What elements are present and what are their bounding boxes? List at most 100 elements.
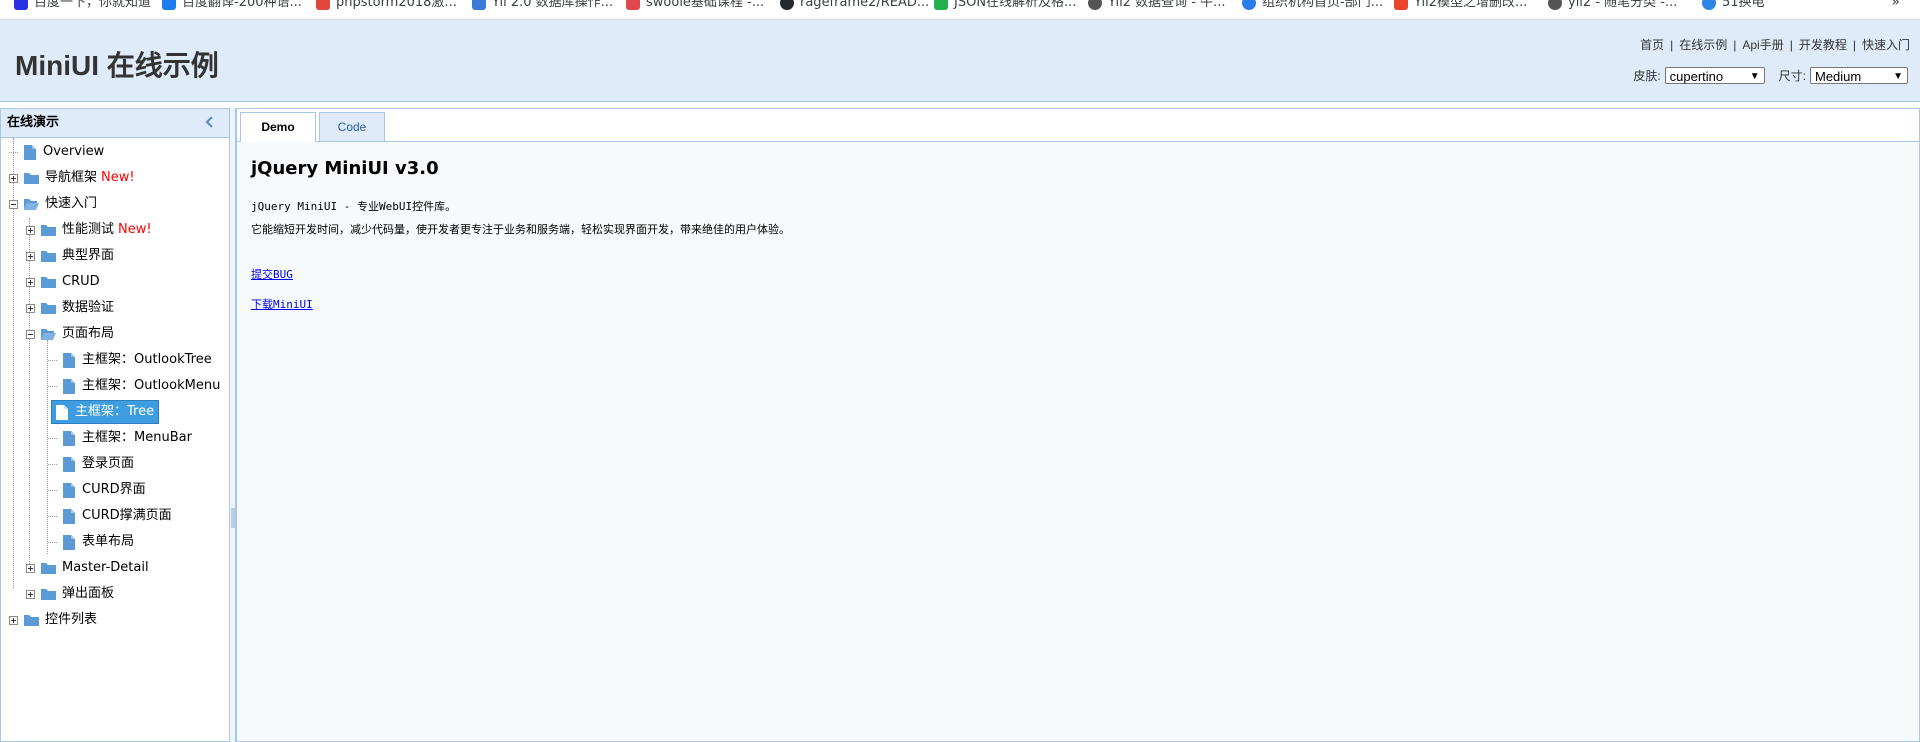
folder-open-icon <box>41 329 56 340</box>
file-icon <box>63 456 75 472</box>
folder-icon <box>24 173 39 184</box>
tab-bar: Demo Code <box>237 109 1919 142</box>
tree-node-popup[interactable]: 弹出面板 <box>26 583 114 605</box>
content-heading: jQuery MiniUI v3.0 <box>251 158 439 179</box>
download-link[interactable]: 下载MiniUI <box>251 298 313 311</box>
collapse-icon[interactable] <box>26 329 35 339</box>
expand-icon[interactable] <box>26 563 35 573</box>
new-badge: New! <box>118 222 152 237</box>
bookmarks-bar: 百度一下，你就知道 百度翻译-200种语... phpstorm2018激...… <box>0 0 1920 20</box>
collapse-icon[interactable] <box>9 199 18 209</box>
file-icon <box>63 482 75 498</box>
file-icon <box>63 508 75 524</box>
bookmark-translate[interactable]: 百度翻译-200种语... <box>162 0 302 11</box>
file-icon <box>24 144 36 160</box>
tree-node-outlooktree[interactable]: 主框架：OutlookTree <box>48 349 212 371</box>
top-links: 首页 | 在线示例 | Api手册 | 开发教程 | 快速入门 <box>1640 38 1910 52</box>
tree-node-form-layout[interactable]: 表单布局 <box>48 531 134 553</box>
skin-size-selectors: 皮肤: cupertino ▼ 尺寸: Medium ▼ <box>1633 67 1908 84</box>
expand-icon[interactable] <box>26 589 35 599</box>
folder-icon <box>41 277 56 288</box>
bookmark-icon <box>934 0 948 10</box>
size-select[interactable]: Medium ▼ <box>1810 67 1908 84</box>
submit-bug-link[interactable]: 提交BUG <box>251 268 293 281</box>
tree-node-master-detail[interactable]: Master-Detail <box>26 557 149 579</box>
folder-icon <box>41 251 56 262</box>
content-intro: jQuery MiniUI - 专业WebUI控件库。 <box>251 200 457 213</box>
folder-icon <box>41 303 56 314</box>
tree-node-validation[interactable]: 数据验证 <box>26 297 114 319</box>
bookmark-baidu[interactable]: 百度一下，你就知道 <box>14 0 151 11</box>
skin-label: 皮肤: <box>1633 69 1661 83</box>
folder-icon <box>41 563 56 574</box>
bookmark-51[interactable]: 51换电 <box>1702 0 1765 11</box>
tree-node-curd-ui[interactable]: CURD界面 <box>48 479 146 501</box>
bookmark-yii2-blog[interactable]: yii2 - 随笔分类 -... <box>1548 0 1677 11</box>
bookmark-icon <box>14 0 28 10</box>
new-badge: New! <box>101 170 135 185</box>
bookmark-yii-query[interactable]: Yii2 数据查询 - 牛... <box>1088 0 1225 11</box>
link-tutorial[interactable]: 开发教程 <box>1799 38 1847 52</box>
site-title: MiniUI 在线示例 <box>15 50 219 81</box>
bookmark-swoole[interactable]: swoole基础课程 -... <box>626 0 764 11</box>
link-home[interactable]: 首页 <box>1640 38 1664 52</box>
bookmark-icon <box>626 0 640 10</box>
expand-icon[interactable] <box>26 277 35 287</box>
bookmark-yii-db[interactable]: Yii 2.0 数据库操作... <box>472 0 613 11</box>
bookmark-yii-model[interactable]: Yii2模型之增删改... <box>1394 0 1527 11</box>
link-demos[interactable]: 在线示例 <box>1679 38 1727 52</box>
expand-icon[interactable] <box>9 173 18 183</box>
size-label: 尺寸: <box>1778 69 1806 83</box>
expand-icon[interactable] <box>26 225 35 235</box>
bookmark-icon <box>316 0 330 10</box>
link-api[interactable]: Api手册 <box>1742 38 1783 52</box>
content-description: 它能缩短开发时间，减少代码量，使开发者更专注于业务和服务端，轻松实现界面开发，带… <box>251 223 790 236</box>
file-icon <box>63 534 75 550</box>
tab-demo[interactable]: Demo <box>240 112 316 142</box>
globe-icon <box>1548 0 1562 10</box>
expand-icon[interactable] <box>26 303 35 313</box>
header: MiniUI 在线示例 首页 | 在线示例 | Api手册 | 开发教程 | 快速入门 皮肤: … <box>0 20 1920 102</box>
sidebar-title: 在线演示 <box>7 115 60 130</box>
tree-node-performance[interactable]: 性能测试 New! <box>26 219 152 241</box>
link-quickstart[interactable]: 快速入门 <box>1862 38 1910 52</box>
bookmark-json[interactable]: JSON在线解析及格... <box>934 0 1076 11</box>
tree-node-typical-ui[interactable]: 典型界面 <box>26 245 114 267</box>
bookmarks-more-button[interactable]: » <box>1891 0 1900 10</box>
bookmark-icon <box>1394 0 1408 10</box>
bookmark-icon <box>472 0 486 10</box>
tree-node-menubar[interactable]: 主框架：MenuBar <box>48 427 192 449</box>
expand-icon[interactable] <box>9 615 18 625</box>
expand-icon[interactable] <box>26 251 35 261</box>
tree-node-outlookmenu[interactable]: 主框架：OutlookMenu <box>48 375 220 397</box>
chevron-down-icon: ▼ <box>1893 71 1903 82</box>
tree-node-tree-selected[interactable]: 主框架：Tree <box>48 400 160 424</box>
folder-icon <box>41 225 56 236</box>
tab-code[interactable]: Code <box>319 112 385 141</box>
bookmark-org[interactable]: 组织机构首页-部门... <box>1242 0 1383 11</box>
tree-node-controls[interactable]: 控件列表 <box>9 609 97 631</box>
file-icon <box>63 430 75 446</box>
bookmark-phpstorm[interactable]: phpstorm2018激... <box>316 0 457 11</box>
tree-node-nav-frame[interactable]: 导航框架 New! <box>9 167 135 189</box>
demo-content: jQuery MiniUI v3.0 jQuery MiniUI - 专业Web… <box>237 142 1919 741</box>
bookmark-icon <box>162 0 176 10</box>
folder-open-icon <box>24 199 39 210</box>
collapse-left-icon[interactable] <box>203 115 217 129</box>
sidebar-panel: 在线演示 Overview 导航框架 New! 快速入门 性能测试 New! 典… <box>0 108 230 742</box>
globe-icon <box>1088 0 1102 10</box>
tree-node-quickstart[interactable]: 快速入门 <box>9 193 97 215</box>
bookmark-rageframe[interactable]: rageframe2/READ... <box>780 0 929 11</box>
tree-node-layout[interactable]: 页面布局 <box>26 323 114 345</box>
tree-node-login[interactable]: 登录页面 <box>48 453 134 475</box>
file-icon <box>56 404 68 420</box>
chevron-down-icon: ▼ <box>1749 71 1760 82</box>
sidebar-header: 在线演示 <box>1 109 229 138</box>
skin-select[interactable]: cupertino ▼ <box>1664 67 1765 84</box>
bookmark-icon <box>1242 0 1256 10</box>
tree-node-overview[interactable]: Overview <box>9 141 104 163</box>
splitter-handle[interactable] <box>231 508 235 528</box>
tree-node-crud[interactable]: CRUD <box>26 271 100 293</box>
tree-node-curd-fill[interactable]: CURD撑满页面 <box>48 505 172 527</box>
main-panel: Demo Code jQuery MiniUI v3.0 jQuery Mini… <box>236 108 1920 742</box>
